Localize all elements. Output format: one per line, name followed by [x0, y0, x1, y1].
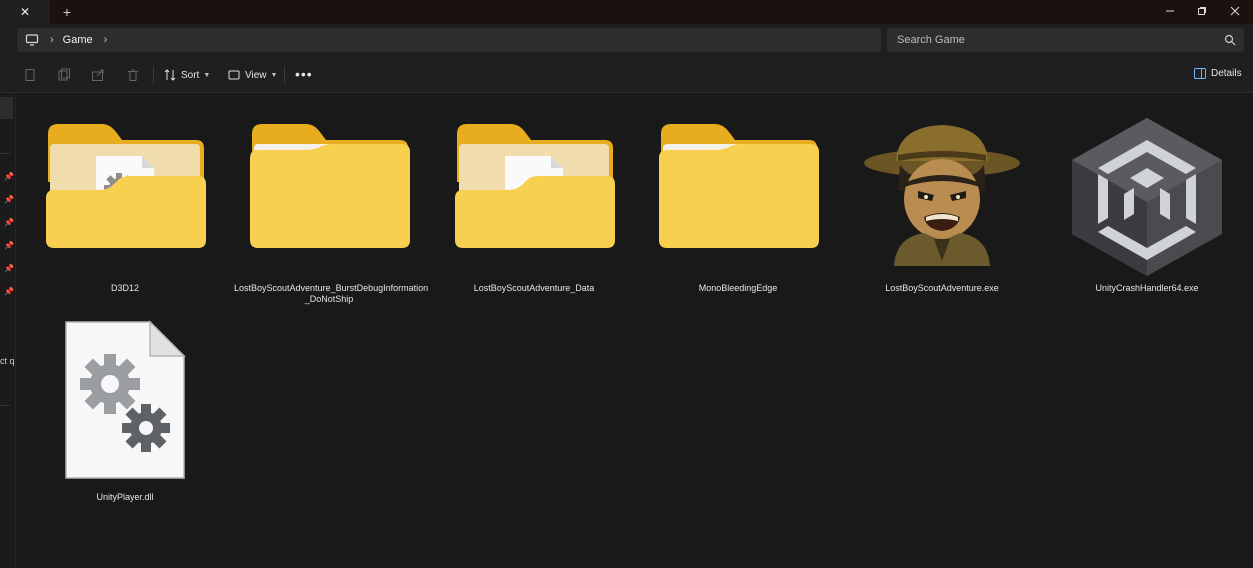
active-tab[interactable]: ✕: [0, 0, 50, 24]
toolbar-separator: [153, 66, 154, 84]
title-bar: ✕ +: [0, 0, 1253, 24]
folder-icon: [46, 124, 206, 248]
item-label: UnityCrashHandler64.exe: [1095, 283, 1199, 293]
minimize-icon[interactable]: [1154, 0, 1186, 22]
folder-icon: [250, 124, 410, 248]
pin-icon[interactable]: 📌: [4, 288, 14, 296]
file-item-d3d12[interactable]: D3D12: [40, 118, 210, 303]
item-label: LostBoyScoutAdventure_Data: [473, 283, 595, 293]
cut-icon[interactable]: [23, 68, 37, 82]
details-pane-icon: [1194, 68, 1206, 79]
sort-button[interactable]: Sort ▼: [164, 67, 210, 83]
view-icon: [228, 70, 240, 80]
item-label: MonoBleedingEdge: [698, 283, 778, 293]
command-bar: Sort ▼ View ▼ ••• Details: [0, 58, 1253, 93]
dll-file-icon: [65, 320, 186, 479]
computer-icon[interactable]: [25, 33, 39, 47]
view-label: View: [245, 69, 267, 81]
breadcrumb-game[interactable]: Game: [63, 34, 93, 46]
pin-icon[interactable]: 📌: [4, 242, 14, 250]
toolbar-separator: [284, 66, 285, 84]
file-item-burst-debug-folder[interactable]: LostBoyScoutAdventure_BurstDebugInformat…: [234, 118, 429, 308]
details-pane-button[interactable]: Details: [1194, 68, 1242, 79]
file-item-game-exe[interactable]: LostBoyScoutAdventure.exe: [857, 118, 1027, 303]
search-icon[interactable]: [1224, 34, 1236, 46]
delete-icon[interactable]: [126, 68, 140, 82]
details-label: Details: [1211, 68, 1242, 79]
file-item-unity-player-dll[interactable]: UnityPlayer.dll: [40, 318, 210, 508]
folder-icon: [659, 124, 819, 248]
more-options-button[interactable]: •••: [295, 67, 313, 81]
nav-divider: [0, 405, 10, 406]
chevron-down-icon: ▼: [270, 71, 278, 79]
breadcrumb-chevron-icon[interactable]: ›: [104, 34, 108, 46]
search-placeholder[interactable]: Search Game: [897, 34, 1224, 46]
item-label: LostBoyScoutAdventure.exe: [885, 283, 999, 293]
chevron-down-icon: ▼: [203, 71, 211, 79]
pin-icon[interactable]: 📌: [4, 219, 14, 227]
address-row: › Game › Search Game: [0, 24, 1253, 58]
file-item-data-folder[interactable]: LostBoyScoutAdventure_Data: [449, 118, 619, 303]
close-window-icon[interactable]: [1219, 0, 1251, 22]
pin-icon[interactable]: 📌: [4, 265, 14, 273]
item-label: D3D12: [110, 283, 139, 293]
item-label-line-1: LostBoyScoutAdventure_BurstDebugInformat…: [234, 283, 429, 293]
file-item-mono-folder[interactable]: MonoBleedingEdge: [653, 118, 823, 303]
restore-icon[interactable]: [1186, 0, 1218, 22]
pin-icon[interactable]: 📌: [4, 173, 14, 181]
navigation-pane: 📌 📌 📌 📌 📌 📌 ct q: [0, 93, 16, 568]
search-box[interactable]: Search Game: [887, 28, 1244, 52]
pin-icon[interactable]: 📌: [4, 196, 14, 204]
copy-icon[interactable]: [57, 68, 71, 82]
breadcrumb-chevron-icon[interactable]: ›: [50, 34, 54, 46]
item-label-line-2: _DoNotShip: [304, 294, 354, 304]
nav-divider: [0, 153, 10, 154]
sort-icon: [164, 69, 176, 81]
address-bar[interactable]: › Game ›: [17, 28, 881, 52]
nav-item-truncated[interactable]: ct q: [0, 356, 14, 366]
nav-selected-item[interactable]: [0, 97, 13, 119]
sort-label: Sort: [181, 69, 200, 81]
view-button[interactable]: View ▼: [228, 67, 277, 83]
scout-boy-app-icon: [864, 125, 1020, 266]
share-icon[interactable]: [91, 68, 105, 82]
unity-logo-icon: [1072, 118, 1222, 276]
folder-icon: [455, 124, 615, 248]
file-item-crash-handler-exe[interactable]: UnityCrashHandler64.exe: [1062, 118, 1232, 303]
tab-close-icon[interactable]: ✕: [15, 5, 35, 19]
new-tab-plus-icon[interactable]: +: [58, 2, 76, 22]
item-label: UnityPlayer.dll: [96, 492, 154, 502]
